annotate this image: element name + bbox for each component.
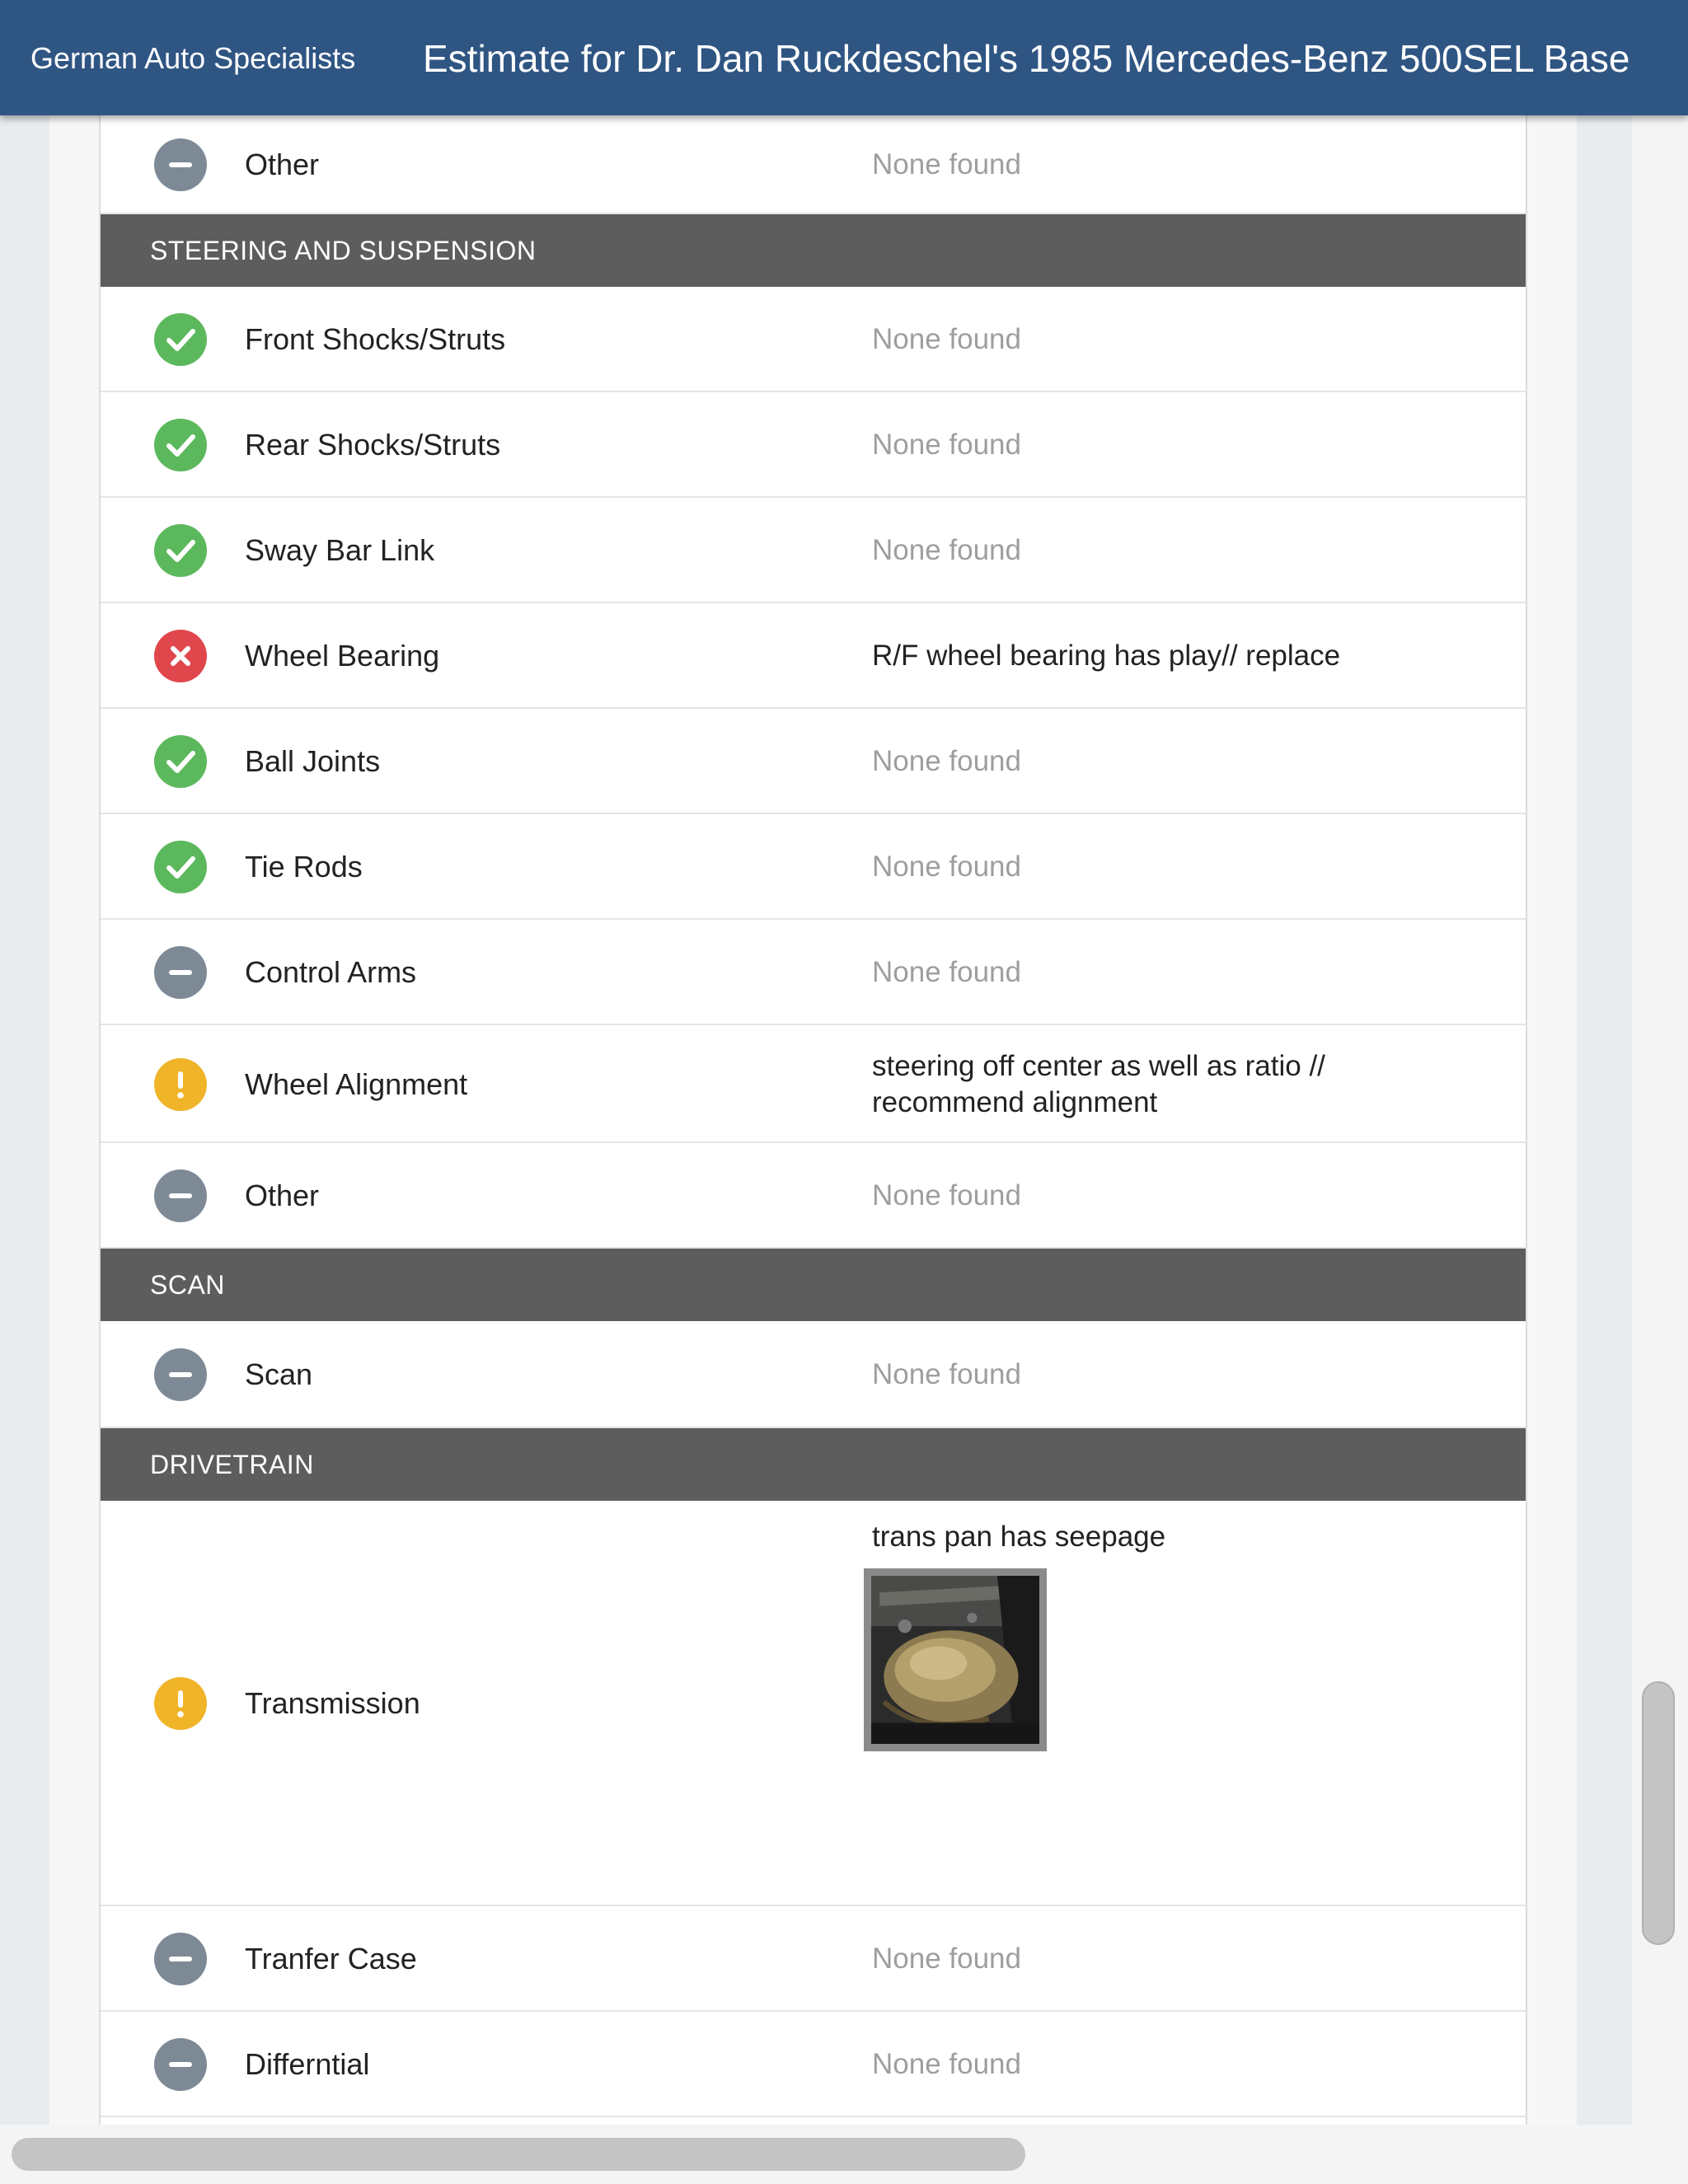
item-label: Transmission <box>245 1686 420 1720</box>
finding-text: None found <box>872 2048 1021 2080</box>
minus-circle-icon <box>154 138 207 191</box>
item-label: Wheel Alignment <box>245 1066 468 1101</box>
inspection-item-row[interactable]: Other None found <box>101 115 1526 214</box>
finding-text: R/F wheel bearing has play// replace <box>872 640 1341 672</box>
exclamation-circle-icon <box>154 1057 207 1111</box>
inspection-item-row[interactable]: Wheel Bearing R/F wheel bearing has play/… <box>101 603 1526 709</box>
inspection-item-row[interactable]: Transmission trans pan has seepage <box>101 1501 1526 1906</box>
finding-text: None found <box>872 1943 1021 1975</box>
item-label: Front Shocks/Struts <box>245 322 506 356</box>
inspection-item-row[interactable]: Tranfer Case None found <box>101 1906 1526 2012</box>
page-title: Estimate for Dr. Dan Ruckdeschel's 1985 … <box>423 37 1630 80</box>
app-viewport: Other None found STEERING AND SUSPENSION Fr… <box>0 0 1688 2184</box>
minus-circle-icon <box>154 1348 207 1401</box>
finding-text: None found <box>872 956 1021 988</box>
finding-text: None found <box>872 323 1021 355</box>
finding-text: None found <box>872 851 1021 883</box>
section-header: DRIVETRAIN <box>101 1428 1526 1501</box>
inspection-item-row[interactable]: Other None found <box>101 1143 1526 1249</box>
transmission-pan-photo[interactable] <box>864 1568 1047 1751</box>
section-header: STEERING AND SUSPENSION <box>101 214 1526 287</box>
inspection-item-row[interactable]: Rear Shocks/Struts None found <box>101 392 1526 498</box>
inspection-item-row[interactable]: Wheel Alignment steering off center as we… <box>101 1025 1526 1143</box>
item-label: Sway Bar Link <box>245 533 435 567</box>
minus-circle-icon <box>154 2038 207 2091</box>
x-circle-icon <box>154 630 207 682</box>
vertical-scrollbar-thumb[interactable] <box>1642 1681 1675 1945</box>
item-label: Control Arms <box>245 955 417 989</box>
item-label: Scan <box>245 1357 313 1391</box>
minus-circle-icon <box>154 1933 207 1985</box>
finding-text: None found <box>872 745 1021 777</box>
item-label: Wheel Bearing <box>245 639 440 673</box>
inspection-table: Other None found STEERING AND SUSPENSION Fr… <box>99 115 1527 2184</box>
shop-name[interactable]: German Auto Specialists <box>30 41 355 76</box>
item-label: Rear Shocks/Struts <box>245 428 501 462</box>
item-label: Ball Joints <box>245 744 381 778</box>
inspection-item-row[interactable]: Sway Bar Link None found <box>101 498 1526 603</box>
check-circle-icon <box>154 419 207 471</box>
finding-text: None found <box>872 1358 1021 1390</box>
item-label: Other <box>245 148 320 181</box>
inspection-item-row[interactable]: Control Arms None found <box>101 920 1526 1025</box>
minus-circle-icon <box>154 1169 207 1222</box>
minus-circle-icon <box>154 946 207 999</box>
finding-text: None found <box>872 429 1021 461</box>
finding-text: None found <box>872 534 1021 566</box>
inspection-item-row[interactable]: Ball Joints None found <box>101 709 1526 814</box>
section-header: SCAN <box>101 1249 1526 1321</box>
check-circle-icon <box>154 524 207 577</box>
check-circle-icon <box>154 841 207 893</box>
finding-text: None found <box>872 1179 1021 1212</box>
item-label: Tie Rods <box>245 850 363 883</box>
item-label: Differntial <box>245 2047 370 2081</box>
top-app-bar: German Auto Specialists Estimate for Dr.… <box>0 0 1688 115</box>
horizontal-scrollbar-thumb[interactable] <box>12 2138 1025 2171</box>
exclamation-circle-icon <box>154 1677 207 1730</box>
inspection-item-row[interactable]: Differntial None found <box>101 2012 1526 2117</box>
finding-text: steering off center as well as ratio // … <box>872 1049 1325 1118</box>
check-circle-icon <box>154 313 207 366</box>
inspection-item-row[interactable]: Front Shocks/Struts None found <box>101 287 1526 392</box>
inspection-item-row[interactable]: Tie Rods None found <box>101 814 1526 920</box>
inspection-item-row[interactable]: Scan None found <box>101 1321 1526 1428</box>
finding-text: None found <box>872 148 1021 180</box>
check-circle-icon <box>154 735 207 788</box>
finding-text: trans pan has seepage <box>872 1521 1166 1553</box>
item-label: Other <box>245 1179 320 1212</box>
item-label: Tranfer Case <box>245 1942 417 1975</box>
